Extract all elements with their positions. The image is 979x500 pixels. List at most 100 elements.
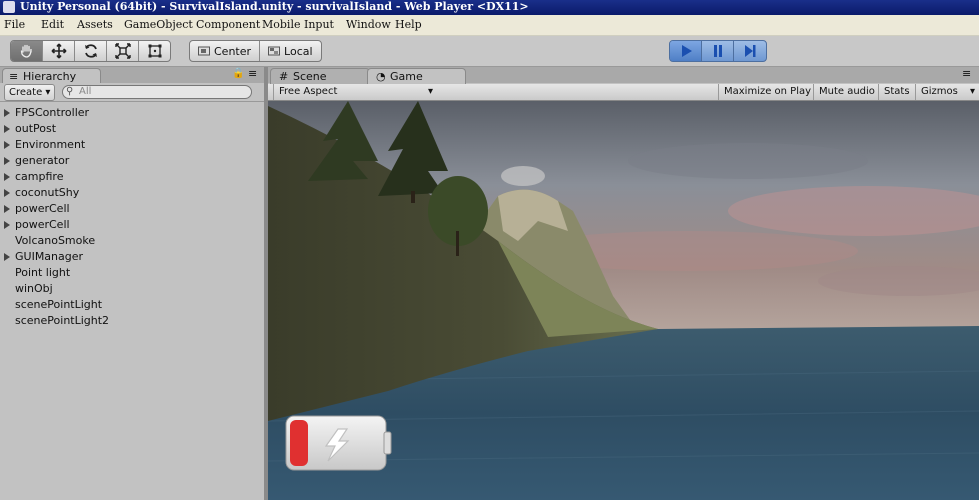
pause-icon [713, 45, 722, 57]
hand-tool-button[interactable] [11, 41, 43, 61]
menu-window[interactable]: Window [346, 18, 391, 31]
game-view-toolbar: Free Aspect ▾ Maximize on Play Mute audi… [268, 84, 979, 101]
step-icon [744, 45, 755, 57]
hierarchy-item[interactable]: powerCell [0, 217, 264, 233]
expand-arrow-icon[interactable] [4, 141, 10, 149]
tab-scene-label: Scene [293, 70, 327, 83]
create-dropdown[interactable]: Create ▾ [4, 84, 56, 101]
chevron-down-icon: ▾ [427, 86, 433, 97]
expand-arrow-icon[interactable] [4, 205, 10, 213]
hierarchy-item-label: powerCell [15, 218, 70, 231]
menu-file[interactable]: File [4, 18, 25, 31]
hierarchy-item[interactable]: Point light [0, 265, 264, 281]
pivot-center-label: Center [214, 44, 252, 58]
game-pacman-icon: ◔ [376, 70, 386, 83]
stats-label: Stats [884, 86, 910, 97]
gizmos-label: Gizmos [921, 86, 958, 97]
chevron-down-icon: ▾ [45, 87, 51, 98]
expand-arrow-icon[interactable] [4, 157, 10, 165]
menu-help[interactable]: Help [395, 18, 422, 31]
step-button[interactable] [734, 41, 765, 61]
pivot-center-button[interactable]: Center [190, 41, 261, 61]
hierarchy-item[interactable]: scenePointLight2 [0, 313, 264, 329]
hierarchy-item-label: GUIManager [15, 250, 84, 263]
panel-menu-icon[interactable]: ≡ [248, 67, 257, 80]
expand-arrow-icon[interactable] [4, 221, 10, 229]
hierarchy-search-input[interactable]: ⚲ All [62, 85, 252, 99]
menu-assets[interactable]: Assets [77, 18, 113, 31]
menu-component[interactable]: Component [196, 18, 260, 31]
hierarchy-item-label: outPost [15, 122, 57, 135]
battery-indicator [285, 415, 392, 471]
menu-edit[interactable]: Edit [41, 18, 64, 31]
hierarchy-item-label: Environment [15, 138, 86, 151]
transform-tools [10, 40, 171, 62]
space-local-icon [268, 46, 281, 56]
scale-tool-button[interactable] [107, 41, 139, 61]
hierarchy-item[interactable]: generator [0, 153, 264, 169]
hierarchy-item[interactable]: coconutShy [0, 185, 264, 201]
aspect-label: Free Aspect [279, 86, 338, 97]
hierarchy-item-label: Point light [15, 266, 71, 279]
hierarchy-item[interactable]: powerCell [0, 201, 264, 217]
mute-label: Mute audio [819, 86, 875, 97]
rect-tool-icon [148, 44, 161, 58]
gizmos-dropdown[interactable]: Gizmos ▾ [915, 84, 978, 100]
pivot-center-icon [198, 46, 210, 56]
chevron-down-icon: ▾ [969, 86, 975, 97]
hierarchy-item[interactable]: scenePointLight [0, 297, 264, 313]
tab-game-label: Game [390, 70, 423, 83]
tab-hierarchy[interactable]: ≡ Hierarchy [2, 68, 101, 84]
game-viewport[interactable] [268, 101, 979, 500]
window-title: Unity Personal (64bit) - SurvivalIsland.… [20, 0, 529, 13]
menu-mobile-input[interactable]: Mobile Input [262, 18, 334, 31]
tab-scene[interactable]: # Scene [270, 68, 370, 84]
lock-icon[interactable]: 🔒 [232, 68, 244, 79]
hierarchy-list: FPSController outPost Environment generator… [0, 105, 264, 329]
hierarchy-item-label: powerCell [15, 202, 70, 215]
play-button[interactable] [670, 41, 702, 61]
hierarchy-item-label: winObj [15, 282, 53, 295]
hierarchy-item-label: FPSController [15, 106, 90, 119]
hierarchy-item[interactable]: campfire [0, 169, 264, 185]
move-tool-button[interactable] [43, 41, 75, 61]
rect-tool-button[interactable] [139, 41, 170, 61]
hierarchy-item[interactable]: VolcanoSmoke [0, 233, 264, 249]
stats-toggle[interactable]: Stats [878, 84, 915, 100]
tab-game[interactable]: ◔ Game [367, 68, 466, 84]
panel-menu-icon[interactable]: ≡ [962, 67, 971, 80]
hierarchy-item-label: generator [15, 154, 70, 167]
hierarchy-item[interactable]: FPSController [0, 105, 264, 121]
hierarchy-item[interactable]: outPost [0, 121, 264, 137]
expand-arrow-icon[interactable] [4, 173, 10, 181]
mute-audio-toggle[interactable]: Mute audio [813, 84, 880, 100]
expand-arrow-icon[interactable] [4, 125, 10, 133]
menu-gameobject[interactable]: GameObject [124, 18, 193, 31]
battery-charge-fill [290, 420, 308, 466]
hierarchy-item[interactable]: GUIManager [0, 249, 264, 265]
scale-icon [114, 43, 131, 59]
expand-arrow-icon[interactable] [4, 109, 10, 117]
hierarchy-item[interactable]: winObj [0, 281, 264, 297]
rotate-tool-button[interactable] [75, 41, 107, 61]
hierarchy-tab-row: ≡ Hierarchy 🔒 ≡ [0, 67, 264, 84]
space-local-label: Local [284, 44, 313, 58]
expand-arrow-icon[interactable] [4, 253, 10, 261]
hierarchy-item-label: coconutShy [15, 186, 80, 199]
create-label: Create [9, 87, 43, 98]
aspect-dropdown[interactable]: Free Aspect ▾ [273, 84, 436, 100]
hierarchy-item-label: campfire [15, 170, 64, 183]
toolbar: Center Local [0, 36, 979, 67]
unity-app-icon [3, 1, 15, 13]
maximize-label: Maximize on Play [724, 86, 812, 97]
search-icon: ⚲ [66, 86, 74, 97]
hierarchy-list-icon: ≡ [9, 70, 19, 83]
maximize-on-play-toggle[interactable]: Maximize on Play [718, 84, 816, 100]
hierarchy-item[interactable]: Environment [0, 137, 264, 153]
hierarchy-item-label: scenePointLight2 [15, 314, 110, 327]
search-placeholder: All [79, 86, 92, 97]
pause-button[interactable] [702, 41, 734, 61]
expand-arrow-icon[interactable] [4, 189, 10, 197]
space-local-button[interactable]: Local [260, 41, 321, 61]
menu-bar: File Edit Assets GameObject Component Mo… [0, 15, 979, 36]
